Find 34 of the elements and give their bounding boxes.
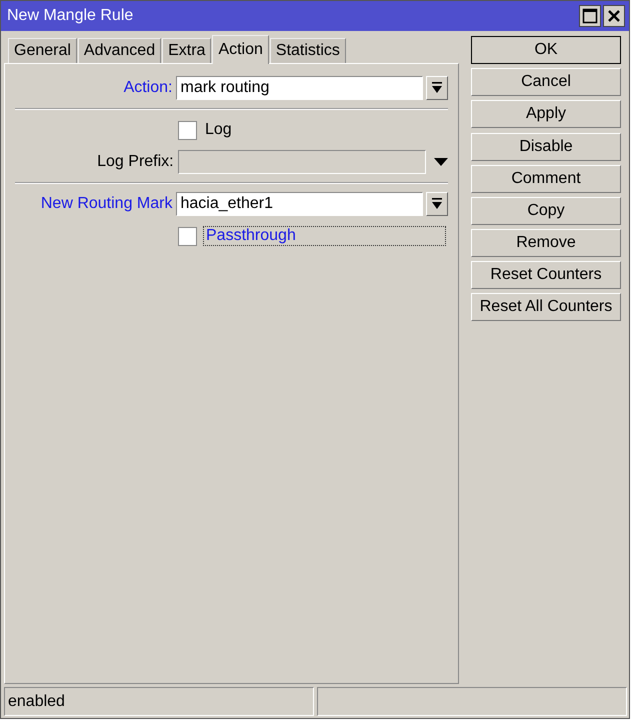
dialog-button[interactable]: Copy — [471, 197, 621, 225]
dialog-button[interactable]: Comment — [471, 165, 621, 193]
status-text: enabled — [8, 692, 65, 710]
checkbox-label[interactable]: Passthrough — [203, 226, 446, 246]
dialog-button[interactable]: Reset All Counters — [471, 293, 621, 321]
dialog-button[interactable]: Reset Counters — [471, 261, 621, 289]
dropdown-button[interactable] — [426, 76, 448, 100]
maximize-icon — [582, 8, 598, 24]
tab[interactable]: General — [8, 38, 77, 63]
tab[interactable]: Statistics — [270, 38, 346, 63]
tab[interactable]: Extra — [162, 38, 212, 63]
dropdown-button[interactable] — [426, 192, 448, 216]
maximize-button[interactable] — [579, 5, 601, 27]
dialog-button[interactable]: Disable — [471, 133, 621, 161]
input-field[interactable]: hacia_ether1 — [176, 192, 424, 216]
dialog-button[interactable]: Remove — [471, 229, 621, 257]
close-icon — [607, 9, 621, 23]
dialog-button[interactable]: OK — [471, 36, 621, 64]
field-label: Log Prefix: — [96, 153, 175, 171]
dropdown-icon — [431, 198, 444, 210]
expand-arrow-icon[interactable] — [434, 157, 448, 167]
checkbox[interactable] — [178, 226, 197, 246]
dialog-button[interactable]: Cancel — [471, 68, 621, 96]
window-title: New Mangle Rule — [7, 7, 134, 25]
tab[interactable]: Action — [212, 35, 269, 64]
tab[interactable]: Advanced — [78, 38, 162, 63]
field-label: Action: — [122, 79, 174, 97]
checkbox[interactable] — [178, 120, 197, 140]
field-label: New Routing Mark — [40, 195, 174, 213]
dialog-button[interactable]: Apply — [471, 100, 621, 128]
close-button[interactable] — [603, 5, 625, 27]
dropdown-icon — [431, 82, 444, 94]
input-field[interactable]: mark routing — [176, 76, 424, 100]
checkbox-label[interactable]: Log — [203, 121, 234, 139]
